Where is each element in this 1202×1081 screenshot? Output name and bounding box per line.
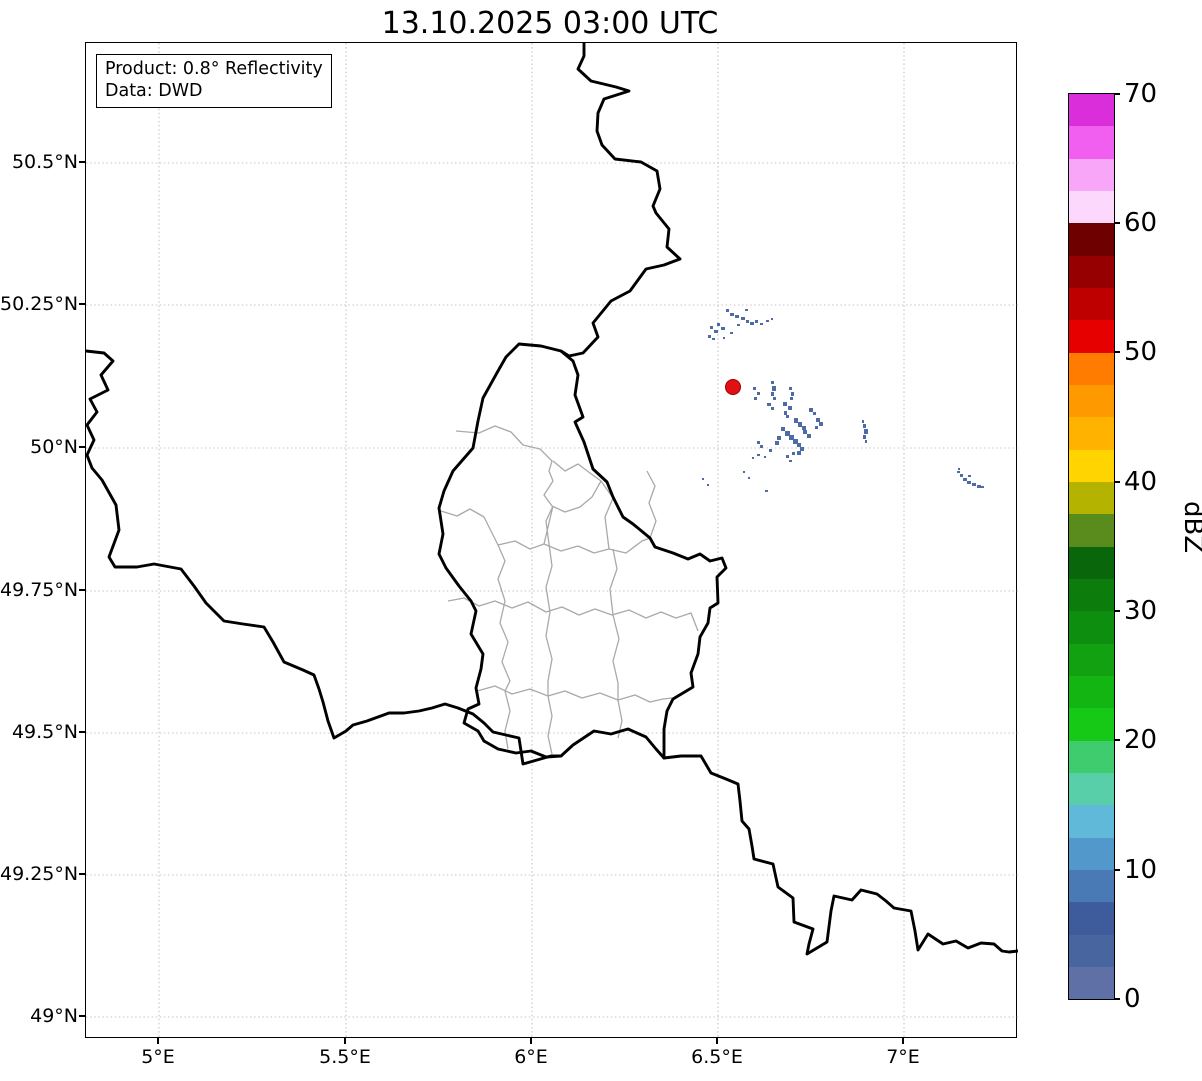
y-tick-mark [79,303,85,305]
y-tick-mark [79,731,85,733]
colorbar-band [1069,352,1114,385]
x-tick-mark [157,1038,159,1044]
colorbar-tick-mark [1114,481,1120,483]
canton-border-path [543,537,651,554]
x-tick-mark [530,1038,532,1044]
canton-border-path [455,425,554,482]
colorbar-axis-label: dBZ [1178,501,1202,554]
colorbar-band [1069,94,1114,127]
colorbar-band [1069,675,1114,709]
radar-echoes-layer [702,309,984,492]
colorbar-band [1069,740,1114,773]
y-tick-label: 49°N [30,1005,78,1027]
colorbar-band [1069,934,1114,967]
y-tick-label: 50°N [30,436,78,458]
colorbar-band [1069,611,1114,644]
colorbar-band [1069,190,1114,224]
colorbar-band [1069,158,1114,191]
colorbar-band [1069,255,1114,288]
colorbar-tick-label: 10 [1124,855,1158,885]
colorbar-band [1069,546,1114,579]
y-tick-mark [79,446,85,448]
colorbar-band [1069,869,1114,903]
y-tick-mark [79,873,85,875]
colorbar-band [1069,514,1114,547]
colorbar-tick-mark [1114,998,1120,1000]
y-tick-label: 49.25°N [0,863,79,885]
colorbar-tick-mark [1114,351,1120,353]
map-canvas [86,43,1018,1038]
x-tick-mark [344,1038,346,1044]
colorbar-band [1069,126,1114,159]
colorbar-tick-mark [1114,739,1120,741]
y-tick-label: 50.25°N [0,293,79,315]
colorbar-band [1069,481,1114,515]
map-frame [85,42,1018,1038]
y-tick-label: 49.75°N [0,579,79,601]
colorbar-band [1069,417,1114,450]
canton-border-path [609,548,623,739]
colorbar-tick-label: 50 [1124,337,1158,367]
colorbar-band [1069,966,1114,1000]
colorbar-tick-label: 60 [1124,208,1158,238]
colorbar-band [1069,578,1114,612]
colorbar-tick-label: 20 [1124,725,1158,755]
country-border-path [559,43,682,358]
canton-border-path [545,505,554,755]
radar-site-marker [725,379,741,395]
y-tick-mark [79,1015,85,1017]
product-info-box: Product: 0.8° Reflectivity Data: DWD [96,54,332,108]
colorbar-band [1069,902,1114,935]
x-tick-mark [716,1038,718,1044]
x-tick-label: 6°E [514,1046,548,1068]
canton-border-path [646,470,657,539]
figure: 13.10.2025 03:00 UTC Product: 0.8° Refle… [0,0,1202,1081]
country-border-path [86,349,563,766]
gridlines [86,43,1018,1038]
product-line: Product: 0.8° Reflectivity [105,59,323,79]
canton-border-path [497,544,511,750]
colorbar-band [1069,837,1114,870]
y-tick-mark [79,161,85,163]
colorbar-band [1069,384,1114,418]
x-tick-label: 6.5°E [691,1046,743,1068]
x-tick-label: 5°E [141,1046,175,1068]
colorbar-band [1069,643,1114,676]
colorbar-tick-mark [1114,869,1120,871]
y-tick-label: 49.5°N [11,721,78,743]
canton-border-path [447,597,699,632]
colorbar-band [1069,805,1114,838]
colorbar-band [1069,708,1114,741]
x-tick-label: 5.5°E [319,1046,371,1068]
canton-border-path [440,505,554,550]
colorbar-tick-mark [1114,610,1120,612]
data-source-line: Data: DWD [105,81,203,102]
page-title: 13.10.2025 03:00 UTC [381,6,719,41]
colorbar-tick-label: 40 [1124,467,1158,497]
x-tick-mark [902,1038,904,1044]
colorbar-tick-mark [1114,222,1120,224]
colorbar-tick-label: 30 [1124,596,1158,626]
country-border-path [437,342,563,743]
country-border-path [662,754,1018,956]
colorbar-tick-label: 0 [1124,984,1141,1014]
colorbar-band [1069,772,1114,806]
colorbar-tick-mark [1114,93,1120,95]
x-tick-label: 7°E [886,1046,920,1068]
colorbar-bands [1068,93,1115,1000]
colorbar-band [1069,449,1114,482]
y-tick-mark [79,589,85,591]
colorbar-tick-label: 70 [1124,79,1158,109]
country-borders [86,43,1018,956]
colorbar-band [1069,320,1114,353]
colorbar-band [1069,287,1114,321]
canton-border-path [604,497,614,550]
y-tick-label: 50.5°N [11,151,78,173]
colorbar-band [1069,223,1114,256]
